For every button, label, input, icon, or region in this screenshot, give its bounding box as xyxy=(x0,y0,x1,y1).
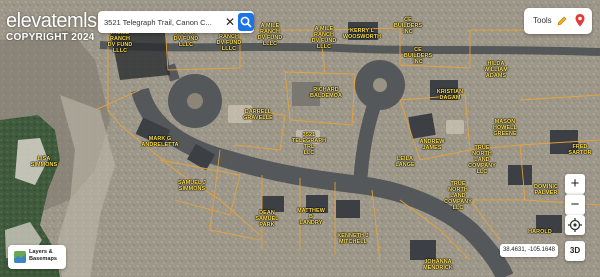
parcel-owner-label[interactable]: A MILE RANCH DV FUND LLLC xyxy=(312,26,337,50)
parcel-owner-label[interactable]: RICHARD BALDEMOA xyxy=(310,87,342,99)
parcel-owner-label[interactable]: DARRELL GRAVELLE xyxy=(243,109,273,121)
coordinates-readout: 38.4631, -105.1648 xyxy=(500,244,558,257)
search-input[interactable] xyxy=(104,14,222,30)
clear-icon[interactable]: ✕ xyxy=(224,15,236,29)
parcel-owner-label[interactable]: JOHANNA MENDRICK xyxy=(423,259,453,271)
zoom-out-button[interactable]: − xyxy=(565,194,585,215)
parcel-owner-label[interactable]: CE BUILDERS INC xyxy=(394,17,422,35)
parcel-owner-label[interactable]: KRISTIAN DAGAM xyxy=(437,89,463,101)
copyright-text: COPYRIGHT 2024 xyxy=(6,32,95,43)
address-search: ✕ xyxy=(98,11,254,33)
tools-panel: Tools xyxy=(524,8,592,34)
parcel-owner-label[interactable]: DEAN SAMUEL PARK xyxy=(255,210,278,228)
parcel-owner-label[interactable]: CE BUILDERS INC xyxy=(404,47,432,65)
parcel-owner-label[interactable]: 3521 TELEGRAPH TRL LLC xyxy=(292,132,326,156)
satellite-map[interactable]: A MILE RANCH DV FUND LLLC A MILE RANCH DV… xyxy=(0,0,600,277)
parcel-owner-label[interactable]: HILDA WILLIAM ADAMS xyxy=(484,61,508,79)
layers-basemaps-label: Layers & Basemaps xyxy=(29,249,57,262)
3d-view-button[interactable]: 3D xyxy=(565,241,585,261)
parcel-owner-label[interactable]: SAMUEL J SIMMONS xyxy=(178,180,206,192)
map-pin-icon[interactable] xyxy=(574,13,586,28)
search-button[interactable] xyxy=(238,13,254,31)
locate-button[interactable] xyxy=(565,215,585,235)
tools-label[interactable]: Tools xyxy=(533,16,552,25)
parcel-owner-label[interactable]: KENNETH J MITCHELL xyxy=(337,233,368,245)
parcel-owner-label[interactable]: ANDREW JAMES xyxy=(420,139,445,151)
parcel-owner-label[interactable]: DOMINIC PALMER xyxy=(534,184,558,196)
search-icon xyxy=(240,16,252,28)
layers-basemaps-button[interactable]: Layers & Basemaps xyxy=(8,245,66,269)
pencil-icon[interactable] xyxy=(556,15,568,27)
parcel-owner-label[interactable]: HAROLD xyxy=(528,229,552,235)
parcel-owner-label[interactable]: MARK G ANDRELETTA xyxy=(141,136,178,148)
layers-icon xyxy=(14,251,26,263)
zoom-in-button[interactable]: + xyxy=(565,174,585,194)
parcel-owner-label[interactable]: TRUE NORTH LAND COMPANY LLC xyxy=(468,145,496,175)
parcel-owner-label[interactable]: MASON HOWELL GREENE xyxy=(493,119,517,137)
brand-logo: elevatemls COPYRIGHT 2024 xyxy=(6,10,97,43)
parcel-owner-label[interactable]: TRUE NORTH LAND COMPANY LLC xyxy=(444,181,472,211)
crosshair-icon xyxy=(568,218,582,232)
parcel-owner-label[interactable]: A MILE RANCH DV FUND LLLC xyxy=(258,23,283,47)
parcel-owner-label[interactable]: MATTHEW B LANDRY xyxy=(297,208,325,226)
parcel-owner-label[interactable]: FRED SARTOR xyxy=(568,144,591,156)
parcel-owner-label[interactable]: A MILE RANCH DV FUND LLLC xyxy=(108,30,133,54)
brand-name: elevatemls xyxy=(6,10,97,32)
parcel-owner-label[interactable]: LISA SIMMONS xyxy=(31,156,57,168)
parcel-owner-label[interactable]: KERRY L WOOSWORTH xyxy=(343,28,381,40)
parcel-owner-label[interactable]: LEILA LANGE xyxy=(395,156,414,168)
